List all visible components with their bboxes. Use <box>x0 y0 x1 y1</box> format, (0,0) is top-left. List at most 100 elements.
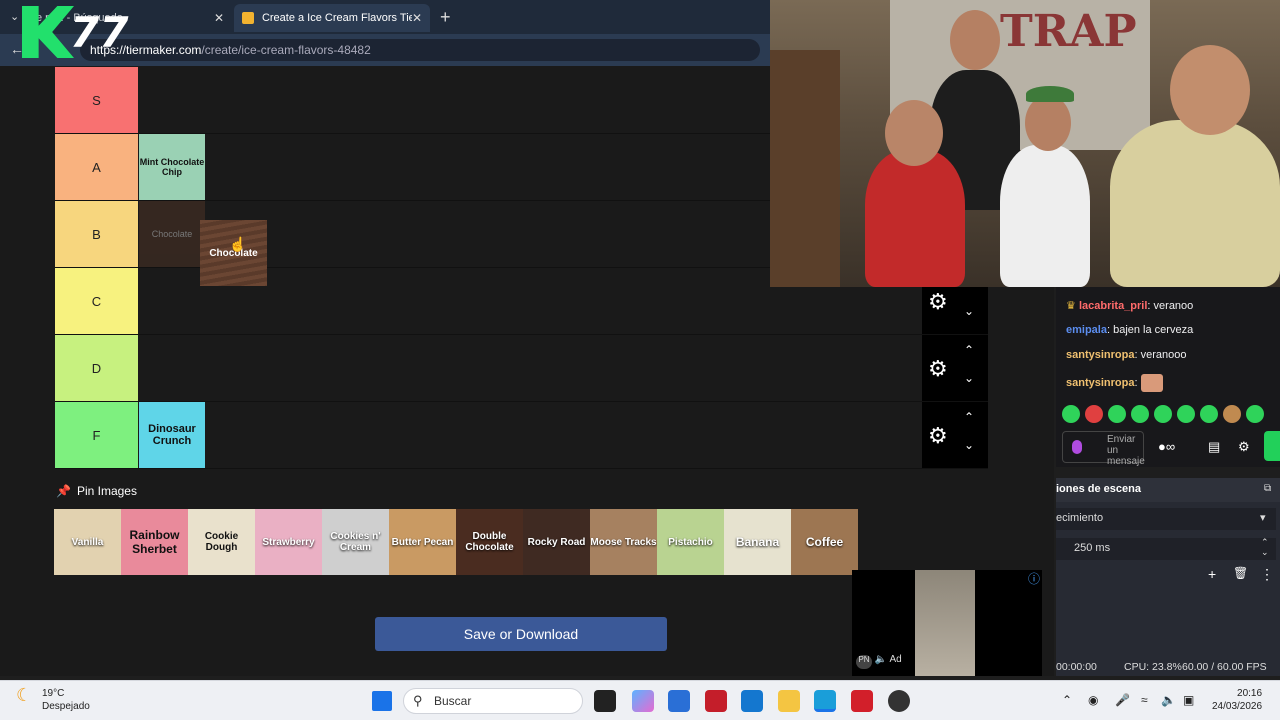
tier-label-a[interactable]: A <box>55 134 138 200</box>
unranked-pool: Vanilla Rainbow Sherbet Cookie Dough Str… <box>54 509 858 575</box>
mcafee-icon[interactable] <box>705 690 727 712</box>
tier-tools-f: ⚙ ⌃ ⌄ <box>922 402 988 468</box>
system-clock[interactable]: 20:16 24/03/2026 <box>1212 687 1262 713</box>
pool-item-butter-pecan[interactable]: Butter Pecan <box>389 509 456 575</box>
tier-label-d[interactable]: D <box>55 335 138 401</box>
task-view-icon[interactable] <box>594 690 616 712</box>
pool-item-strawberry[interactable]: Strawberry <box>255 509 322 575</box>
duration-input[interactable]: 250 ms <box>1056 538 1276 560</box>
mic-icon[interactable]: 🎤 <box>1115 693 1130 707</box>
fps-readout: 60.00 / 60.00 FPS <box>1182 661 1267 673</box>
pool-item-pistachio[interactable]: Pistachio <box>657 509 724 575</box>
emote-icon[interactable] <box>1246 405 1264 423</box>
pool-item-coffee[interactable]: Coffee <box>791 509 858 575</box>
pool-item-banana[interactable]: Banana <box>724 509 791 575</box>
l-app-icon[interactable] <box>851 690 873 712</box>
emote-icon[interactable] <box>1108 405 1126 423</box>
info-icon[interactable]: ⓘ <box>1028 570 1040 587</box>
add-icon[interactable]: + <box>1208 566 1216 582</box>
undock-icon[interactable]: ⧉ <box>1264 483 1271 494</box>
tray-overflow-icon[interactable]: ⌃ <box>1062 693 1072 707</box>
emote-icon[interactable] <box>1177 405 1195 423</box>
file-explorer-icon[interactable] <box>778 690 800 712</box>
dragged-item-chocolate[interactable]: Chocolate <box>200 220 267 286</box>
new-tab-plus-icon[interactable]: + <box>440 7 451 28</box>
weather-widget[interactable]: ☾ 19°C Despejado <box>16 686 90 713</box>
tier-label-s[interactable]: S <box>55 67 138 133</box>
edge-browser-icon[interactable] <box>814 690 836 712</box>
ad-clip <box>915 570 975 676</box>
taskbar-search[interactable]: ⚲ Buscar <box>403 688 583 714</box>
tab-tiermaker[interactable]: Create a Ice Cream Flavors Tier List ✕ <box>234 4 430 32</box>
ad-controls: PN 🔈 Ad <box>856 654 902 669</box>
tier-label-b[interactable]: B <box>55 201 138 267</box>
chevron-up-icon[interactable]: ⌃ <box>964 410 974 424</box>
pool-item-moose-tracks[interactable]: Moose Tracks <box>590 509 657 575</box>
pool-item-cookies-n-cream[interactable]: Cookies n' Cream <box>322 509 389 575</box>
copilot-icon[interactable] <box>632 690 654 712</box>
gear-icon[interactable]: ⚙ <box>928 356 948 382</box>
chevron-down-icon[interactable]: ⌄ <box>964 304 974 318</box>
chat-username[interactable]: emipala <box>1066 324 1107 336</box>
pool-item-double-chocolate[interactable]: Double Chocolate <box>456 509 523 575</box>
bits-icon[interactable]: ●∞ <box>1158 439 1175 454</box>
pool-item-rocky-road[interactable]: Rocky Road <box>523 509 590 575</box>
windows-start-icon[interactable] <box>372 691 392 711</box>
emote-icon[interactable] <box>1085 405 1103 423</box>
item-label: Cookies n' Cream <box>330 531 381 553</box>
tier-item-mint-chocolate-chip[interactable]: Mint Chocolate Chip <box>139 134 205 200</box>
store-app-icon[interactable] <box>668 690 690 712</box>
pool-item-vanilla[interactable]: Vanilla <box>54 509 121 575</box>
gear-icon[interactable]: ⚙ <box>928 289 948 315</box>
outlook-icon[interactable] <box>741 690 763 712</box>
save-or-download-button[interactable]: Save or Download <box>375 617 667 651</box>
chat-username[interactable]: santysinropa <box>1066 377 1134 389</box>
gear-icon[interactable]: ⚙ <box>928 423 948 449</box>
tier-label-f[interactable]: F <box>55 402 138 468</box>
stepper-icon[interactable]: ⌃ ⌄ <box>1261 537 1269 557</box>
tier-item-dinosaur-crunch[interactable]: Dinosaur Crunch <box>139 402 205 468</box>
chevron-up-icon[interactable]: ⌃ <box>964 343 974 357</box>
chevron-down-icon[interactable]: ⌄ <box>964 438 974 452</box>
transition-select[interactable]: ecimiento <box>1056 508 1276 530</box>
item-label: Mint Chocolate Chip <box>139 157 205 177</box>
obs-app-icon[interactable] <box>888 690 910 712</box>
pip-icon[interactable]: PN <box>856 655 872 669</box>
close-icon[interactable]: ✕ <box>412 11 422 25</box>
tier-items-d[interactable] <box>139 335 988 401</box>
chevron-down-icon[interactable]: ⌄ <box>964 371 974 385</box>
pin-images-toggle[interactable]: 📌 Pin Images <box>56 484 137 498</box>
url-field[interactable]: https://tiermaker.com/create/ice-cream-f… <box>80 39 760 61</box>
wifi-icon[interactable]: ≈ <box>1141 693 1148 707</box>
volume-icon[interactable]: 🔈 <box>875 654 887 665</box>
tier-item-chocolate-placeholder[interactable]: Chocolate <box>139 201 205 267</box>
ad-video[interactable]: ⓘ PN 🔈 Ad <box>852 570 1042 676</box>
emote-icon[interactable] <box>1062 405 1080 423</box>
chat-username[interactable]: santysinropa <box>1066 349 1134 361</box>
tier-items-f[interactable]: Dinosaur Crunch <box>139 402 988 468</box>
stream-logo: 77 <box>22 6 128 60</box>
chevron-down-icon[interactable]: ▾ <box>1260 511 1266 524</box>
chat-text: : <box>1134 376 1138 389</box>
item-label: Double Chocolate <box>465 531 514 553</box>
pool-item-rainbow-sherbet[interactable]: Rainbow Sherbet <box>121 509 188 575</box>
chat-username[interactable]: lacabrita_pril <box>1079 300 1147 312</box>
battery-icon[interactable]: ▣ <box>1183 693 1194 707</box>
pool-item-cookie-dough[interactable]: Cookie Dough <box>188 509 255 575</box>
logo-number: 77 <box>70 8 129 57</box>
settings-gear-icon[interactable]: ⚙ <box>1238 439 1250 455</box>
send-chat-button[interactable] <box>1264 431 1280 461</box>
emote-icon[interactable] <box>1131 405 1149 423</box>
emote-icon[interactable] <box>1200 405 1218 423</box>
more-vertical-icon[interactable]: ⋮ <box>1260 566 1274 583</box>
close-icon[interactable]: ✕ <box>214 11 224 25</box>
chat-input[interactable]: Enviar un mensaje <box>1062 431 1145 467</box>
emote-icon[interactable] <box>1154 405 1172 423</box>
store-icon[interactable]: ▤ <box>1208 439 1220 455</box>
tier-label-c[interactable]: C <box>55 268 138 334</box>
trash-icon[interactable]: 🗑 <box>1233 566 1248 580</box>
tab-list-chevron-icon[interactable]: ⌄ <box>10 10 19 23</box>
emote-icon[interactable] <box>1223 405 1241 423</box>
volume-icon[interactable]: 🔈 <box>1161 693 1176 707</box>
meet-now-icon[interactable]: ◉ <box>1088 693 1098 707</box>
